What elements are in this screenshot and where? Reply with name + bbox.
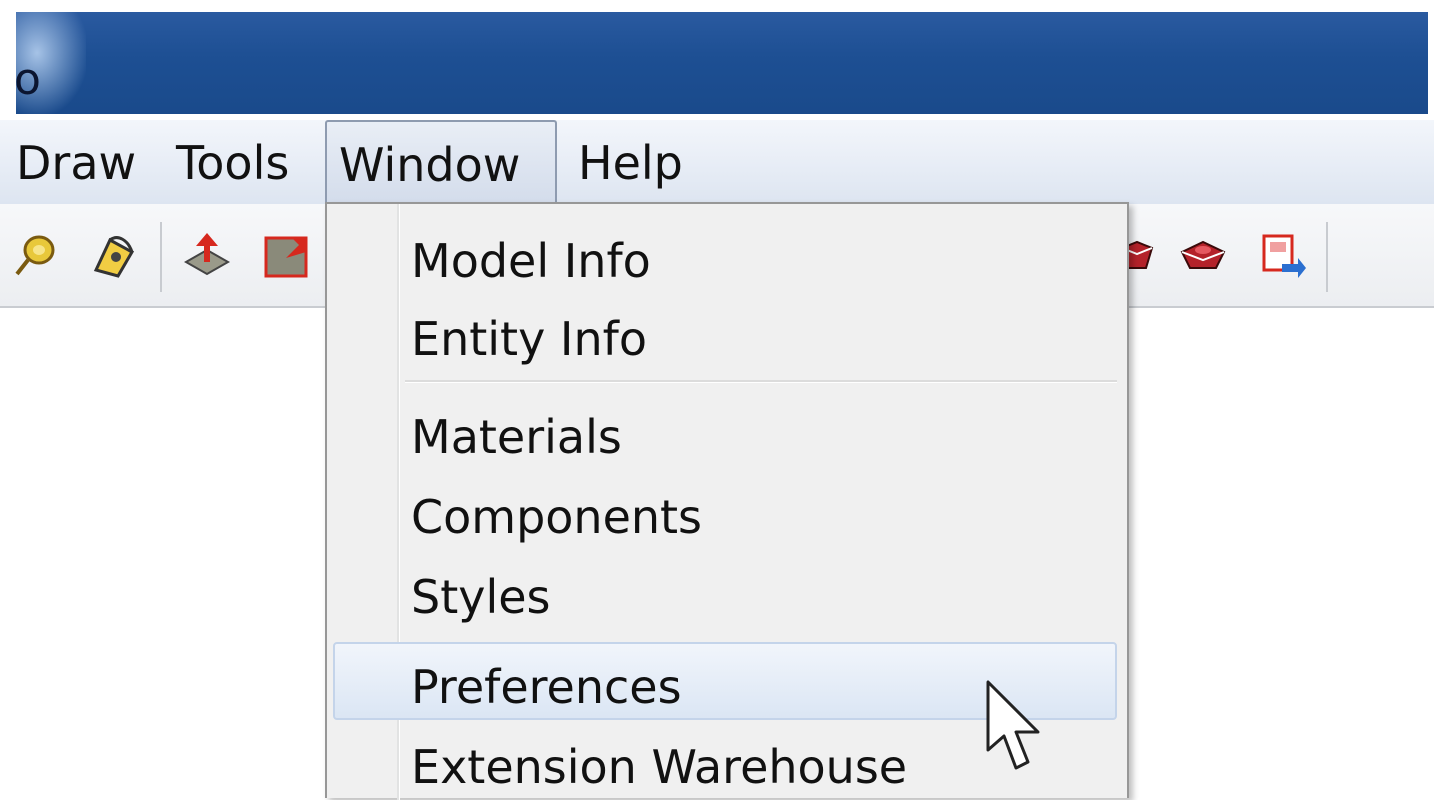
tape-measure-icon[interactable] [12,230,62,280]
extension-warehouse-icon[interactable] [1178,230,1228,280]
menu-tools[interactable]: Tools [176,120,289,204]
title-bar: o [0,0,1434,118]
send-to-layout-icon[interactable] [1258,230,1308,280]
paint-bucket-icon[interactable] [88,230,138,280]
menu-bar: Draw Tools Window Help [0,120,1434,204]
menu-item-components[interactable]: Components [411,480,702,550]
menu-item-preferences[interactable]: Preferences [411,650,682,720]
menu-item-entity-info[interactable]: Entity Info [411,302,647,372]
scale-icon[interactable] [262,230,312,280]
menu-help[interactable]: Help [578,120,683,204]
title-bar-band [16,12,1428,114]
menu-item-materials[interactable]: Materials [411,400,622,470]
toolbar-separator [160,222,162,292]
toolbar-separator [1326,222,1328,292]
push-pull-icon[interactable] [182,230,232,280]
menu-item-styles[interactable]: Styles [411,560,551,630]
menu-draw[interactable]: Draw [16,120,136,204]
mouse-pointer-icon [986,680,1040,770]
menu-item-model-info[interactable]: Model Info [411,224,651,294]
menu-separator [405,380,1117,382]
menu-item-extension-warehouse[interactable]: Extension Warehouse [411,730,907,800]
window-title: o [14,54,41,105]
menu-window[interactable]: Window [325,120,557,204]
